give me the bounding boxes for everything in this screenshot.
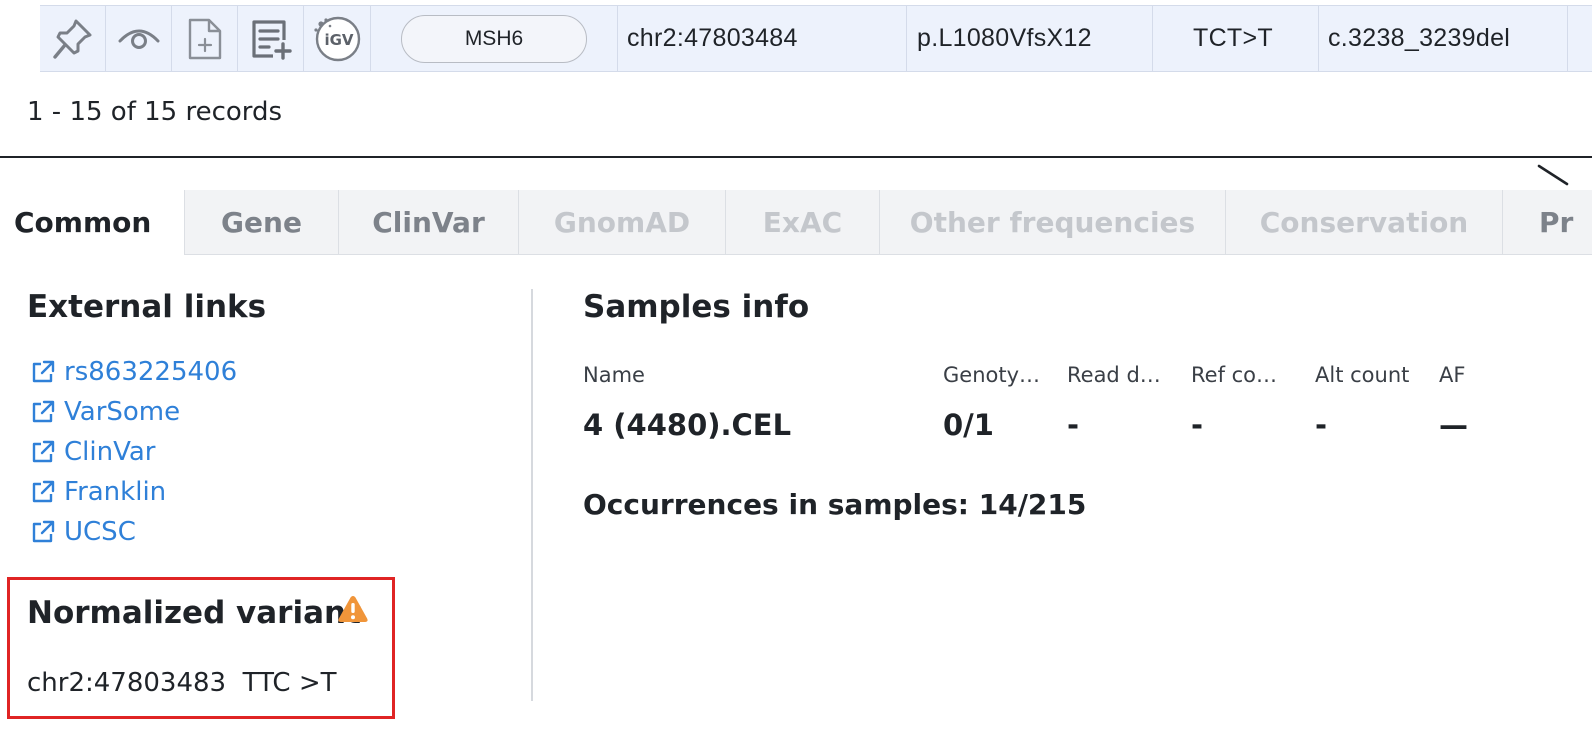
tab-clinvar[interactable]: ClinVar [339, 190, 519, 254]
pin-button[interactable] [40, 6, 106, 71]
protein-change-cell: p.L1080VfsX12 [907, 6, 1153, 71]
cdna-change-cell: c.3238_3239del [1319, 6, 1568, 71]
sample-ref-count: - [1191, 408, 1204, 442]
view-button[interactable] [106, 6, 172, 71]
link-label: UCSC [64, 517, 136, 547]
add-to-list-button[interactable] [238, 6, 304, 71]
tab-exac[interactable]: ExAC [726, 190, 880, 254]
tab-conservation[interactable]: Conservation [1226, 190, 1503, 254]
external-link-icon [32, 440, 55, 463]
igv-button[interactable]: iGV [304, 6, 371, 71]
external-link-icon [32, 360, 55, 383]
igv-icon: iGV [314, 16, 361, 61]
samples-info-title: Samples info [583, 289, 810, 325]
detail-tabs: Common Gene ClinVar GnomAD ExAC Other fr… [0, 190, 1592, 255]
cdna-change: c.3238_3239del [1328, 24, 1511, 52]
tab-gnomad[interactable]: GnomAD [519, 190, 726, 254]
link-franklin[interactable]: Franklin [30, 472, 237, 512]
gene-badge[interactable]: MSH6 [401, 14, 587, 63]
pagination-summary: 1 - 15 of 15 records [27, 97, 283, 127]
warning-icon[interactable] [337, 594, 369, 624]
external-link-icon [32, 480, 55, 503]
column-header-alt-count[interactable]: Alt count [1315, 363, 1430, 387]
external-links-title: External links [27, 289, 267, 325]
svg-text:iGV: iGV [324, 31, 353, 49]
link-ucsc[interactable]: UCSC [30, 512, 237, 552]
normalized-variant-value: chr2:47803483 TTC >T [27, 668, 337, 698]
link-label: rs863225406 [64, 357, 238, 387]
sample-alt-count: - [1315, 408, 1328, 442]
tab-gene[interactable]: Gene [185, 190, 339, 254]
link-label: ClinVar [64, 437, 156, 467]
add-report-button[interactable] [172, 6, 238, 71]
pin-icon [52, 19, 91, 59]
column-header-af[interactable]: AF [1439, 363, 1499, 387]
external-links-list: rs863225406 VarSome ClinVar Franklin UCS… [30, 352, 237, 552]
sample-af: — [1439, 408, 1468, 442]
normalized-variant-title: Normalized variant [27, 595, 361, 631]
panel-divider[interactable] [0, 156, 1592, 158]
link-label: VarSome [64, 397, 181, 427]
link-label: Franklin [64, 477, 167, 507]
ref-alt: TCT>T [1193, 24, 1273, 52]
variant-table-row[interactable]: iGV MSH6 chr2:47803484 p.L1080VfsX12 TCT… [0, 0, 1592, 72]
column-header-read-depth[interactable]: Read d… [1067, 363, 1182, 387]
eye-icon [118, 29, 159, 49]
column-header-ref-count[interactable]: Ref co… [1191, 363, 1306, 387]
link-varsome[interactable]: VarSome [30, 392, 237, 432]
occurrences-in-samples: Occurrences in samples: 14/215 [583, 488, 1087, 521]
add-to-list-icon [251, 19, 292, 60]
tab-more[interactable]: Pr [1503, 190, 1592, 254]
position-cell: chr2:47803484 [618, 6, 907, 71]
column-header-name[interactable]: Name [583, 363, 923, 387]
normalized-position: chr2:47803483 [27, 668, 227, 698]
link-dbsnp[interactable]: rs863225406 [30, 352, 237, 392]
column-separator [531, 289, 533, 701]
add-document-icon [188, 18, 221, 59]
gene-cell: MSH6 [371, 6, 618, 71]
external-link-icon [32, 520, 55, 543]
column-header-genotype[interactable]: Genoty… [943, 363, 1058, 387]
external-link-icon [32, 400, 55, 423]
link-clinvar[interactable]: ClinVar [30, 432, 237, 472]
ref-alt-cell: TCT>T [1153, 6, 1319, 71]
normalized-change: TTC >T [242, 668, 337, 698]
tab-common[interactable]: Common [0, 190, 185, 255]
sample-name: 4 (4480).CEL [583, 408, 792, 442]
sample-read-depth: - [1067, 408, 1080, 442]
protein-change: p.L1080VfsX12 [917, 24, 1092, 52]
sample-genotype: 0/1 [943, 408, 994, 442]
variant-position: chr2:47803484 [627, 24, 798, 52]
selected-row[interactable]: iGV MSH6 chr2:47803484 p.L1080VfsX12 TCT… [40, 5, 1592, 72]
tab-other-frequencies[interactable]: Other frequencies [880, 190, 1226, 254]
resize-handle-icon[interactable] [1535, 162, 1575, 186]
